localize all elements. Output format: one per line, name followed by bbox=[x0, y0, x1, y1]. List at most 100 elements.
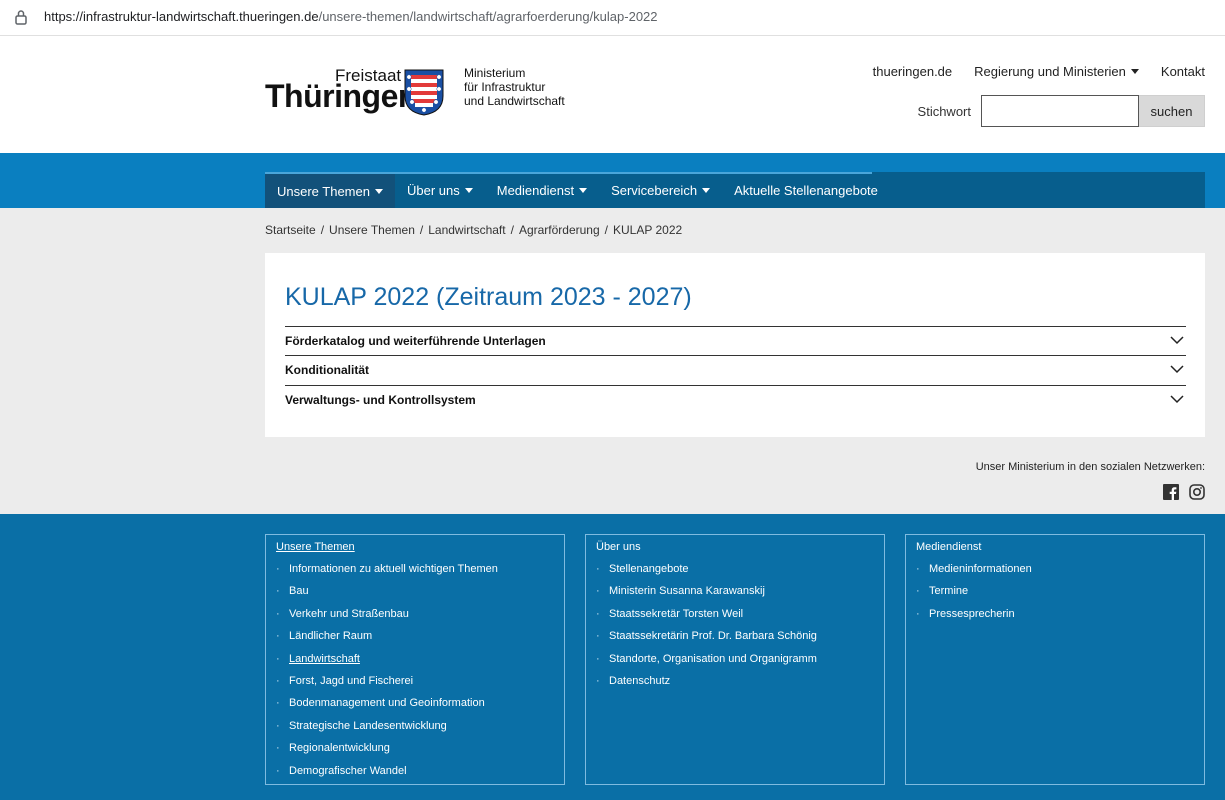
nav-mediendienst[interactable]: Mediendienst bbox=[485, 172, 599, 208]
footer-link-label: Datenschutz bbox=[609, 674, 671, 687]
footer-list: · Medieninformationen · Termine · Pressespr… bbox=[916, 563, 1032, 630]
content-panel: KULAP 2022 (Zeitraum 2023 - 2027) Förder… bbox=[265, 253, 1205, 437]
breadcrumb-separator: / bbox=[604, 223, 608, 237]
footer-link-label: Bodenmanagement und Geoinformation bbox=[289, 697, 485, 710]
bullet: · bbox=[596, 585, 600, 598]
footer-link-label: Ländlicher Raum bbox=[289, 630, 373, 643]
footer-link[interactable]: · Staatssekretärin Prof. Dr. Barbara Schö… bbox=[596, 630, 817, 652]
bullet: · bbox=[276, 674, 280, 687]
accordion-foerderkatalog[interactable]: Förderkatalog und weiterführende Unterla… bbox=[285, 326, 1186, 356]
site-header: Freistaat Thüringen Ministerium für Infr… bbox=[0, 36, 1225, 153]
url-text[interactable]: https://infrastruktur-landwirtschaft.thu… bbox=[44, 9, 658, 24]
topnav-thueringen-link[interactable]: thueringen.de bbox=[873, 64, 953, 79]
bullet: · bbox=[596, 674, 600, 687]
logo[interactable]: Freistaat Thüringen Ministerium für Infr… bbox=[265, 64, 595, 124]
breadcrumb-startseite[interactable]: Startseite bbox=[265, 223, 316, 237]
footer-link-label: Stellenangebote bbox=[609, 563, 689, 575]
footer-link-label: Forst, Jagd und Fischerei bbox=[289, 674, 414, 687]
chevron-down-icon bbox=[1170, 336, 1184, 345]
topnav-regierung-dropdown[interactable]: Regierung und Ministerien bbox=[974, 64, 1139, 79]
footer-heading[interactable]: Über uns bbox=[596, 541, 641, 553]
ministry-line-3: und Landwirtschaft bbox=[464, 94, 565, 108]
footer-link-label: Landwirtschaft bbox=[289, 652, 360, 665]
footer-link-label: Verkehr und Straßenbau bbox=[289, 607, 409, 620]
breadcrumb-separator: / bbox=[510, 223, 514, 237]
accordion-label: Verwaltungs- und Kontrollsystem bbox=[285, 393, 476, 407]
footer-col-unsere-themen: Unsere Themen · Informationen zu aktuell … bbox=[265, 534, 565, 785]
url-host: https://infrastruktur-landwirtschaft.thu… bbox=[44, 9, 319, 24]
footer-link-label: Staatssekretär Torsten Weil bbox=[609, 607, 744, 620]
footer-link[interactable]: · Demografischer Wandel bbox=[276, 765, 498, 787]
footer-link[interactable]: · Ministerin Susanna Karawanskij bbox=[596, 585, 817, 607]
footer-link[interactable]: · Strategische Landesentwicklung bbox=[276, 720, 498, 742]
breadcrumb-separator: / bbox=[419, 223, 424, 237]
footer-col-mediendienst: Mediendienst · Medieninformationen · Termi… bbox=[905, 534, 1205, 785]
breadcrumb-separator: / bbox=[320, 223, 325, 237]
bullet: · bbox=[596, 652, 600, 665]
footer-link-label: Standorte, Organisation und Organigramm bbox=[609, 652, 817, 665]
accordion-verwaltung[interactable]: Verwaltungs- und Kontrollsystem bbox=[285, 385, 1186, 415]
bullet: · bbox=[596, 630, 600, 643]
bullet: · bbox=[596, 563, 600, 575]
bullet: · bbox=[596, 607, 600, 620]
nav-unsere-themen[interactable]: Unsere Themen bbox=[265, 172, 395, 208]
nav-servicebereich[interactable]: Servicebereich bbox=[599, 172, 722, 208]
chevron-down-icon bbox=[1170, 365, 1184, 374]
instagram-icon[interactable] bbox=[1189, 484, 1205, 500]
search-label: Stichwort bbox=[917, 103, 971, 119]
nav-top-line bbox=[265, 172, 872, 174]
site-footer: Unsere Themen · Informationen zu aktuell … bbox=[0, 514, 1225, 800]
footer-link-label: Ministerin Susanna Karawanskij bbox=[609, 585, 765, 598]
footer-link[interactable]: · Landwirtschaft bbox=[276, 653, 498, 675]
footer-link[interactable]: · Bodenmanagement und Geoinformation bbox=[276, 697, 498, 719]
breadcrumb-landwirtschaft[interactable]: Landwirtschaft bbox=[428, 223, 505, 237]
footer-link[interactable]: · Informationen zu aktuell wichtigen Them… bbox=[276, 563, 498, 585]
footer-link-label: Bau bbox=[289, 585, 309, 598]
breadcrumb: Startseite / Unsere Themen / Landwirtsch… bbox=[265, 223, 682, 237]
footer-link[interactable]: · Termine bbox=[916, 585, 1032, 607]
facebook-icon[interactable] bbox=[1163, 484, 1179, 500]
main-navigation: Unsere Themen Über uns Mediendienst Serv… bbox=[265, 172, 1205, 208]
bullet: · bbox=[276, 764, 280, 777]
bullet: · bbox=[916, 585, 920, 598]
bullet: · bbox=[276, 652, 280, 665]
footer-link[interactable]: · Verkehr und Straßenbau bbox=[276, 608, 498, 630]
footer-link[interactable]: · Pressesprecherin bbox=[916, 608, 1032, 630]
browser-address-bar[interactable]: https://infrastruktur-landwirtschaft.thu… bbox=[0, 0, 1225, 36]
footer-link[interactable]: · Regionalentwicklung bbox=[276, 742, 498, 764]
search-input[interactable] bbox=[981, 95, 1139, 127]
nav-ueber-uns[interactable]: Über uns bbox=[395, 172, 485, 208]
footer-link[interactable]: · Staatssekretär Torsten Weil bbox=[596, 608, 817, 630]
footer-link[interactable]: · Datenschutz bbox=[596, 675, 817, 697]
footer-link[interactable]: · Ländlicher Raum bbox=[276, 630, 498, 652]
bullet: · bbox=[916, 563, 920, 575]
ministry-name: Ministerium für Infrastruktur und Landwi… bbox=[464, 66, 565, 108]
footer-list: · Informationen zu aktuell wichtigen Them… bbox=[276, 563, 498, 787]
social-networks-text: Unser Ministerium in den sozialen Netzwe… bbox=[975, 461, 1205, 473]
ministry-line-2: für Infrastruktur bbox=[464, 80, 546, 94]
coat-of-arms-icon bbox=[404, 69, 444, 116]
footer-heading[interactable]: Unsere Themen bbox=[276, 541, 355, 553]
bullet: · bbox=[916, 607, 920, 620]
footer-list: · Stellenangebote · Ministerin Susanna Kar… bbox=[596, 563, 817, 697]
footer-link-label: Pressesprecherin bbox=[929, 607, 1015, 620]
footer-link[interactable]: · Stellenangebote bbox=[596, 563, 817, 585]
search-button[interactable]: suchen bbox=[1139, 95, 1205, 127]
bullet: · bbox=[276, 585, 280, 598]
topnav-kontakt-link[interactable]: Kontakt bbox=[1161, 64, 1205, 79]
breadcrumb-agrarfoerderung[interactable]: Agrarförderung bbox=[519, 223, 600, 237]
accordion-konditionalitaet[interactable]: Konditionalität bbox=[285, 355, 1186, 385]
footer-link[interactable]: · Standorte, Organisation und Organigramm bbox=[596, 653, 817, 675]
bullet: · bbox=[276, 742, 280, 755]
footer-link-label: Staatssekretärin Prof. Dr. Barbara Schön… bbox=[609, 630, 817, 643]
nav-stellenangebote[interactable]: Aktuelle Stellenangebote bbox=[722, 172, 890, 208]
footer-link[interactable]: · Bau bbox=[276, 585, 498, 607]
main-nav-band: Unsere Themen Über uns Mediendienst Serv… bbox=[0, 153, 1225, 208]
footer-link[interactable]: · Medieninformationen bbox=[916, 563, 1032, 585]
breadcrumb-unsere-themen[interactable]: Unsere Themen bbox=[329, 223, 415, 237]
url-path: /unsere-themen/landwirtschaft/agrarfoerd… bbox=[318, 9, 658, 24]
footer-link[interactable]: · Forst, Jagd und Fischerei bbox=[276, 675, 498, 697]
bullet: · bbox=[276, 630, 280, 643]
footer-link-label: Termine bbox=[929, 585, 969, 598]
footer-heading[interactable]: Mediendienst bbox=[916, 541, 981, 553]
